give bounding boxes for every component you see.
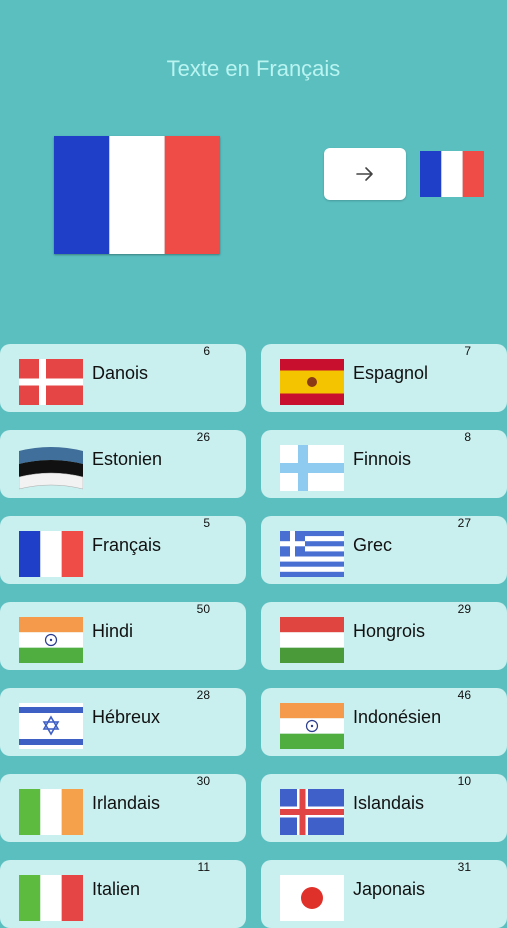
language-name: Italien — [92, 879, 141, 899]
language-name: Grec — [353, 535, 393, 555]
language-count: 28 — [196, 688, 210, 702]
greece-flag-icon — [280, 531, 344, 577]
india-flag-icon — [19, 617, 83, 663]
language-name: Indonésien — [353, 707, 442, 727]
denmark-flag-icon — [19, 359, 83, 405]
language-name: Finnois — [353, 449, 412, 469]
estonia-flag-icon — [19, 445, 83, 491]
language-name: Estonien — [92, 449, 163, 469]
language-name: Irlandais — [92, 793, 161, 813]
language-count: 50 — [196, 602, 210, 616]
language-card-irlandais[interactable]: Irlandais 30 — [0, 774, 246, 842]
hungary-flag-icon — [280, 617, 344, 663]
language-name: Hongrois — [353, 621, 426, 641]
ireland-flag-icon — [19, 789, 83, 835]
language-count: 46 — [457, 688, 471, 702]
language-name: Français — [92, 535, 162, 555]
iceland-flag-icon — [280, 789, 344, 835]
language-count: 10 — [457, 774, 471, 788]
language-count: 31 — [457, 860, 471, 874]
language-count: 26 — [196, 430, 210, 444]
language-count: 8 — [464, 430, 471, 444]
language-card-estonien[interactable]: Estonien 26 — [0, 430, 246, 498]
language-card-francais[interactable]: Français 5 — [0, 516, 246, 584]
language-name: Danois — [92, 363, 149, 383]
language-count: 30 — [196, 774, 210, 788]
arrow-right-icon — [355, 166, 375, 182]
finland-flag-icon — [280, 445, 344, 491]
page-title: Texte en Français — [166, 56, 341, 81]
language-card-hebreux[interactable]: Hébreux 28 — [0, 688, 246, 756]
language-count: 6 — [203, 344, 210, 358]
italy-flag-icon — [19, 875, 83, 921]
language-count: 5 — [203, 516, 210, 530]
language-name: Espagnol — [353, 363, 429, 383]
france-flag-icon — [19, 531, 83, 577]
translate-arrow-button[interactable] — [324, 148, 406, 200]
language-card-hindi[interactable]: Hindi 50 — [0, 602, 246, 670]
india-flag-icon — [280, 703, 344, 749]
language-count: 11 — [197, 860, 210, 874]
france-flag-large — [54, 136, 220, 254]
spain-flag-icon — [280, 359, 344, 405]
language-name: Hébreux — [92, 707, 161, 727]
language-card-finnois[interactable]: Finnois 8 — [261, 430, 507, 498]
language-name: Japonais — [353, 879, 426, 899]
language-card-danois[interactable]: Danois 6 — [0, 344, 246, 412]
language-count: 29 — [457, 602, 471, 616]
language-card-italien[interactable]: Italien 11 — [0, 860, 246, 928]
language-name: Islandais — [353, 793, 425, 813]
language-card-japonais[interactable]: Japonais 31 — [261, 860, 507, 928]
language-card-islandais[interactable]: Islandais 10 — [261, 774, 507, 842]
language-card-indonesien[interactable]: Indonésien 46 — [261, 688, 507, 756]
language-count: 7 — [464, 344, 471, 358]
language-name: Hindi — [92, 621, 134, 641]
language-count: 27 — [457, 516, 471, 530]
japan-flag-icon — [280, 875, 344, 921]
language-card-espagnol[interactable]: Espagnol 7 — [261, 344, 507, 412]
language-card-hongrois[interactable]: Hongrois 29 — [261, 602, 507, 670]
target-flag-france[interactable] — [420, 151, 484, 197]
language-card-grec[interactable]: Grec 27 — [261, 516, 507, 584]
israel-flag-icon — [19, 703, 83, 749]
